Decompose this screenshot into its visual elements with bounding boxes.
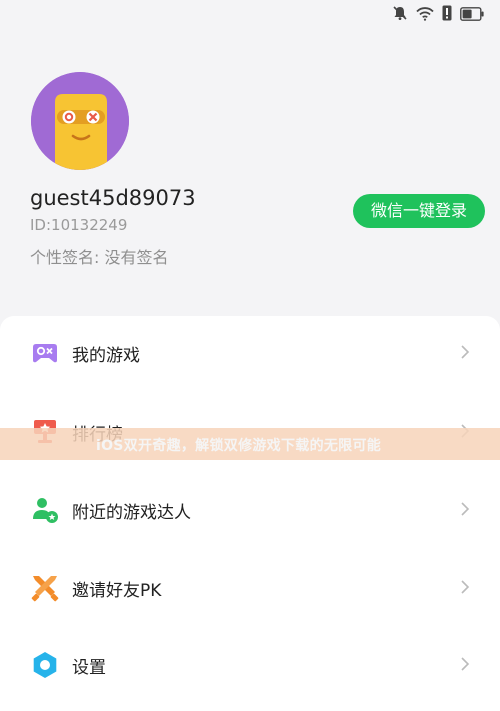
avatar[interactable] [31, 72, 129, 170]
promo-banner: iOS双开奇趣，解锁双修游戏下载的无限可能 [0, 428, 500, 460]
game-controller-icon [30, 338, 60, 368]
chevron-right-icon [460, 656, 470, 672]
nearby-people-icon [30, 495, 60, 525]
menu-item-settings[interactable]: 设置 [0, 633, 500, 693]
chevron-right-icon [460, 344, 470, 360]
battery-icon [460, 6, 484, 25]
alert-icon [442, 5, 452, 25]
menu-item-label: 设置 [72, 658, 106, 678]
wechat-login-button[interactable]: 微信一键登录 [353, 194, 485, 228]
status-icons [392, 5, 484, 25]
username: guest45d89073 [30, 186, 196, 210]
status-bar: 下午 [0, 0, 500, 30]
menu-item-my-games[interactable]: 我的游戏 [0, 321, 500, 381]
banner-text: iOS双开奇趣，解锁双修游戏下载的无限可能 [96, 438, 382, 454]
user-signature: 个性签名: 没有签名 [30, 248, 169, 267]
menu-item-invite-pk[interactable]: 邀请好友PK [0, 556, 500, 616]
settings-hexagon-icon [30, 650, 60, 680]
menu-item-label: 邀请好友PK [72, 581, 162, 601]
mute-icon [392, 5, 408, 25]
menu-card: 我的游戏 排行榜 附近的游戏达人 [0, 316, 500, 711]
menu-item-nearby-players[interactable]: 附近的游戏达人 [0, 478, 500, 538]
user-id: ID:10132249 [30, 216, 128, 234]
chevron-right-icon [460, 501, 470, 517]
wifi-icon [416, 6, 434, 25]
profile-section: guest45d89073 ID:10132249 个性签名: 没有签名 微信一… [0, 30, 500, 330]
chevron-right-icon [460, 579, 470, 595]
crossed-swords-icon [30, 573, 60, 603]
menu-item-label: 我的游戏 [72, 346, 140, 366]
menu-item-label: 附近的游戏达人 [72, 503, 191, 523]
